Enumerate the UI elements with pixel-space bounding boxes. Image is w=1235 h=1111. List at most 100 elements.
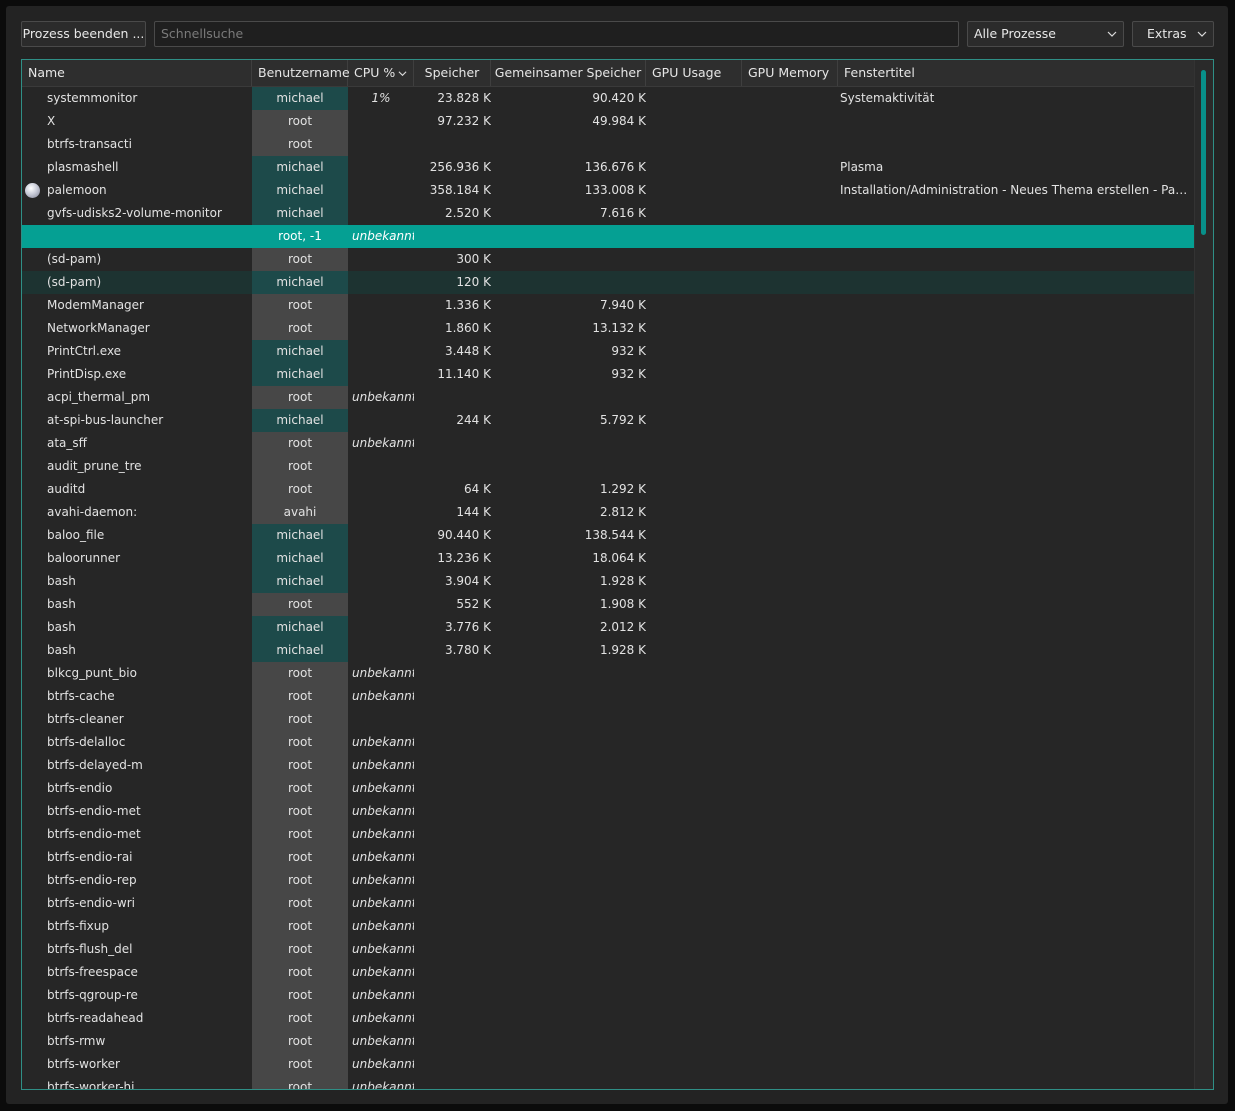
process-user: michael bbox=[252, 340, 348, 363]
process-memory bbox=[414, 685, 491, 708]
scrollbar-thumb[interactable] bbox=[1201, 70, 1206, 235]
extras-label: Extras bbox=[1147, 26, 1187, 41]
process-memory: 120 K bbox=[456, 275, 491, 289]
table-row[interactable]: btrfs-transacti root bbox=[22, 133, 1194, 156]
column-header-cpu[interactable]: CPU % bbox=[348, 60, 414, 86]
table-row[interactable]: auditd root 64 K 1.292 K bbox=[22, 478, 1194, 501]
table-row[interactable]: btrfs-fixup root unbekannt bbox=[22, 915, 1194, 938]
column-header-memory[interactable]: Speicher bbox=[414, 60, 491, 86]
table-row[interactable]: gvfs-udisks2-volume-monitor michael 2.520 … bbox=[22, 202, 1194, 225]
process-memory bbox=[414, 823, 491, 846]
process-name: ModemManager bbox=[47, 298, 144, 312]
table-row[interactable]: btrfs-endio root unbekannt bbox=[22, 777, 1194, 800]
process-cpu bbox=[348, 501, 414, 524]
table-row[interactable]: audit_prune_tre root bbox=[22, 455, 1194, 478]
table-row[interactable]: (sd-pam) michael 120 K bbox=[22, 271, 1194, 294]
table-row[interactable]: bash michael 3.776 K 2.012 K bbox=[22, 616, 1194, 639]
process-name: acpi_thermal_pm bbox=[47, 390, 151, 404]
vertical-scrollbar[interactable] bbox=[1194, 60, 1213, 1089]
process-memory bbox=[414, 915, 491, 938]
table-row[interactable]: btrfs-delayed-m root unbekannt bbox=[22, 754, 1194, 777]
process-memory: 13.236 K bbox=[437, 551, 491, 565]
process-user: root bbox=[252, 708, 348, 731]
process-memory bbox=[414, 708, 491, 731]
kill-process-button[interactable]: Prozess beenden ... bbox=[21, 21, 146, 47]
extras-menu-button[interactable]: Extras bbox=[1132, 21, 1214, 47]
process-memory bbox=[414, 1076, 491, 1089]
process-cpu bbox=[348, 593, 414, 616]
process-cpu: unbekannt bbox=[352, 988, 414, 1002]
process-cpu bbox=[348, 133, 414, 156]
process-window-title bbox=[840, 501, 1190, 524]
process-name: btrfs-endio-rep bbox=[47, 873, 137, 887]
table-row[interactable]: avahi-daemon: avahi 144 K 2.812 K bbox=[22, 501, 1194, 524]
process-cpu: unbekannt bbox=[352, 666, 414, 680]
table-row[interactable]: bash root 552 K 1.908 K bbox=[22, 593, 1194, 616]
process-filter-select[interactable]: Alle Prozesse bbox=[967, 21, 1124, 47]
process-name: bash bbox=[47, 574, 76, 588]
table-row[interactable]: btrfs-endio-met root unbekannt bbox=[22, 800, 1194, 823]
process-user: root bbox=[252, 777, 348, 800]
table-row[interactable]: btrfs-worker root unbekannt bbox=[22, 1053, 1194, 1076]
process-window-title bbox=[840, 363, 1190, 386]
table-row[interactable]: plasmashell michael 256.936 K 136.676 K Plas… bbox=[22, 156, 1194, 179]
table-row[interactable]: PrintDisp.exe michael 11.140 K 932 K bbox=[22, 363, 1194, 386]
table-row[interactable]: acpi_thermal_pm root unbekannt bbox=[22, 386, 1194, 409]
process-shared-memory bbox=[491, 777, 646, 800]
process-shared-memory bbox=[491, 800, 646, 823]
table-row[interactable]: blkcg_punt_bio root unbekannt bbox=[22, 662, 1194, 685]
column-header-gpu-usage[interactable]: GPU Usage bbox=[646, 60, 742, 86]
process-window-title bbox=[840, 455, 1190, 478]
column-header-gpu-memory[interactable]: GPU Memory bbox=[742, 60, 838, 86]
process-shared-memory bbox=[491, 1076, 646, 1089]
table-row[interactable]: at-spi-bus-launcher michael 244 K 5.792 K bbox=[22, 409, 1194, 432]
table-row[interactable]: ModemManager root 1.336 K 7.940 K bbox=[22, 294, 1194, 317]
table-row[interactable]: root, -1 unbekannt bbox=[22, 225, 1194, 248]
column-header-window-title[interactable]: Fenstertitel bbox=[838, 60, 1194, 86]
process-user: avahi bbox=[252, 501, 348, 524]
process-cpu: unbekannt bbox=[352, 850, 414, 864]
process-user: root bbox=[252, 294, 348, 317]
column-header-name[interactable]: Name bbox=[22, 60, 252, 86]
table-row[interactable]: btrfs-flush_del root unbekannt bbox=[22, 938, 1194, 961]
table-row[interactable]: btrfs-endio-rep root unbekannt bbox=[22, 869, 1194, 892]
table-row[interactable]: bash michael 3.904 K 1.928 K bbox=[22, 570, 1194, 593]
process-window-title bbox=[840, 432, 1190, 455]
process-name: ata_sff bbox=[47, 436, 87, 450]
table-row[interactable]: btrfs-worker-hi root unbekannt bbox=[22, 1076, 1194, 1089]
process-shared-memory: 1.928 K bbox=[599, 574, 646, 588]
process-shared-memory bbox=[491, 708, 646, 731]
table-row[interactable]: btrfs-qgroup-re root unbekannt bbox=[22, 984, 1194, 1007]
process-shared-memory: 13.132 K bbox=[592, 321, 646, 335]
table-row[interactable]: btrfs-endio-rai root unbekannt bbox=[22, 846, 1194, 869]
table-row[interactable]: bash michael 3.780 K 1.928 K bbox=[22, 639, 1194, 662]
table-row[interactable]: btrfs-readahead root unbekannt bbox=[22, 1007, 1194, 1030]
quick-search-input[interactable]: Schnellsuche bbox=[154, 21, 959, 47]
column-header-user[interactable]: Benutzername bbox=[252, 60, 350, 86]
table-row[interactable]: baloorunner michael 13.236 K 18.064 K bbox=[22, 547, 1194, 570]
table-row[interactable]: NetworkManager root 1.860 K 13.132 K bbox=[22, 317, 1194, 340]
table-row[interactable]: btrfs-endio-met root unbekannt bbox=[22, 823, 1194, 846]
chevron-down-icon bbox=[1107, 31, 1117, 37]
process-name: btrfs-fixup bbox=[47, 919, 109, 933]
process-rows: systemmonitor michael 1% 23.828 K 90.420 K Sy… bbox=[22, 87, 1194, 1089]
table-row[interactable]: btrfs-delalloc root unbekannt bbox=[22, 731, 1194, 754]
table-row[interactable]: palemoon michael 358.184 K 133.008 K Install… bbox=[22, 179, 1194, 202]
table-row[interactable]: Xroot 97.232 K 49.984 K bbox=[22, 110, 1194, 133]
process-shared-memory bbox=[491, 225, 646, 248]
table-row[interactable]: ata_sff root unbekannt bbox=[22, 432, 1194, 455]
process-cpu: unbekannt bbox=[352, 896, 414, 910]
process-memory: 1.336 K bbox=[444, 298, 491, 312]
process-name: at-spi-bus-launcher bbox=[47, 413, 164, 427]
process-memory: 23.828 K bbox=[437, 91, 491, 105]
table-row[interactable]: btrfs-endio-wri root unbekannt bbox=[22, 892, 1194, 915]
table-row[interactable]: btrfs-rmw root unbekannt bbox=[22, 1030, 1194, 1053]
table-row[interactable]: btrfs-freespace root unbekannt bbox=[22, 961, 1194, 984]
table-row[interactable]: btrfs-cleaner root bbox=[22, 708, 1194, 731]
table-row[interactable]: btrfs-cache root unbekannt bbox=[22, 685, 1194, 708]
table-row[interactable]: systemmonitor michael 1% 23.828 K 90.420 K Sy… bbox=[22, 87, 1194, 110]
table-row[interactable]: baloo_file michael 90.440 K 138.544 K bbox=[22, 524, 1194, 547]
table-row[interactable]: (sd-pam) root 300 K bbox=[22, 248, 1194, 271]
table-row[interactable]: PrintCtrl.exe michael 3.448 K 932 K bbox=[22, 340, 1194, 363]
column-header-shared-memory[interactable]: Gemeinsamer Speicher bbox=[491, 60, 646, 86]
